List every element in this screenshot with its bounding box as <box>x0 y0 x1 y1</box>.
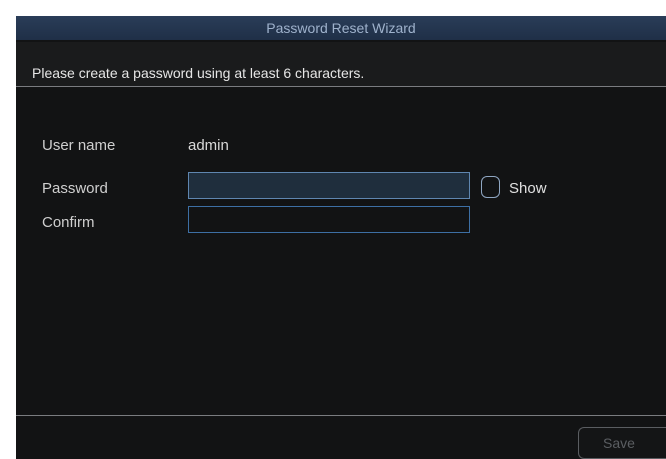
dialog-title: Password Reset Wizard <box>16 16 666 40</box>
screen-frame: Password Reset Wizard Please create a pa… <box>0 0 666 459</box>
show-password-checkbox[interactable] <box>481 176 500 198</box>
confirm-label: Confirm <box>42 214 95 231</box>
password-reset-dialog: Password Reset Wizard Please create a pa… <box>16 16 666 459</box>
save-button[interactable]: Save <box>578 427 666 459</box>
show-password-label[interactable]: Show <box>509 180 547 197</box>
instruction-text: Please create a password using at least … <box>32 65 365 81</box>
username-value: admin <box>188 137 229 154</box>
username-label: User name <box>42 137 116 154</box>
footer-divider <box>16 415 666 416</box>
confirm-password-input[interactable] <box>188 206 470 233</box>
instruction-bar: Please create a password using at least … <box>16 42 666 87</box>
password-input[interactable] <box>188 172 470 199</box>
password-label: Password <box>42 180 108 197</box>
